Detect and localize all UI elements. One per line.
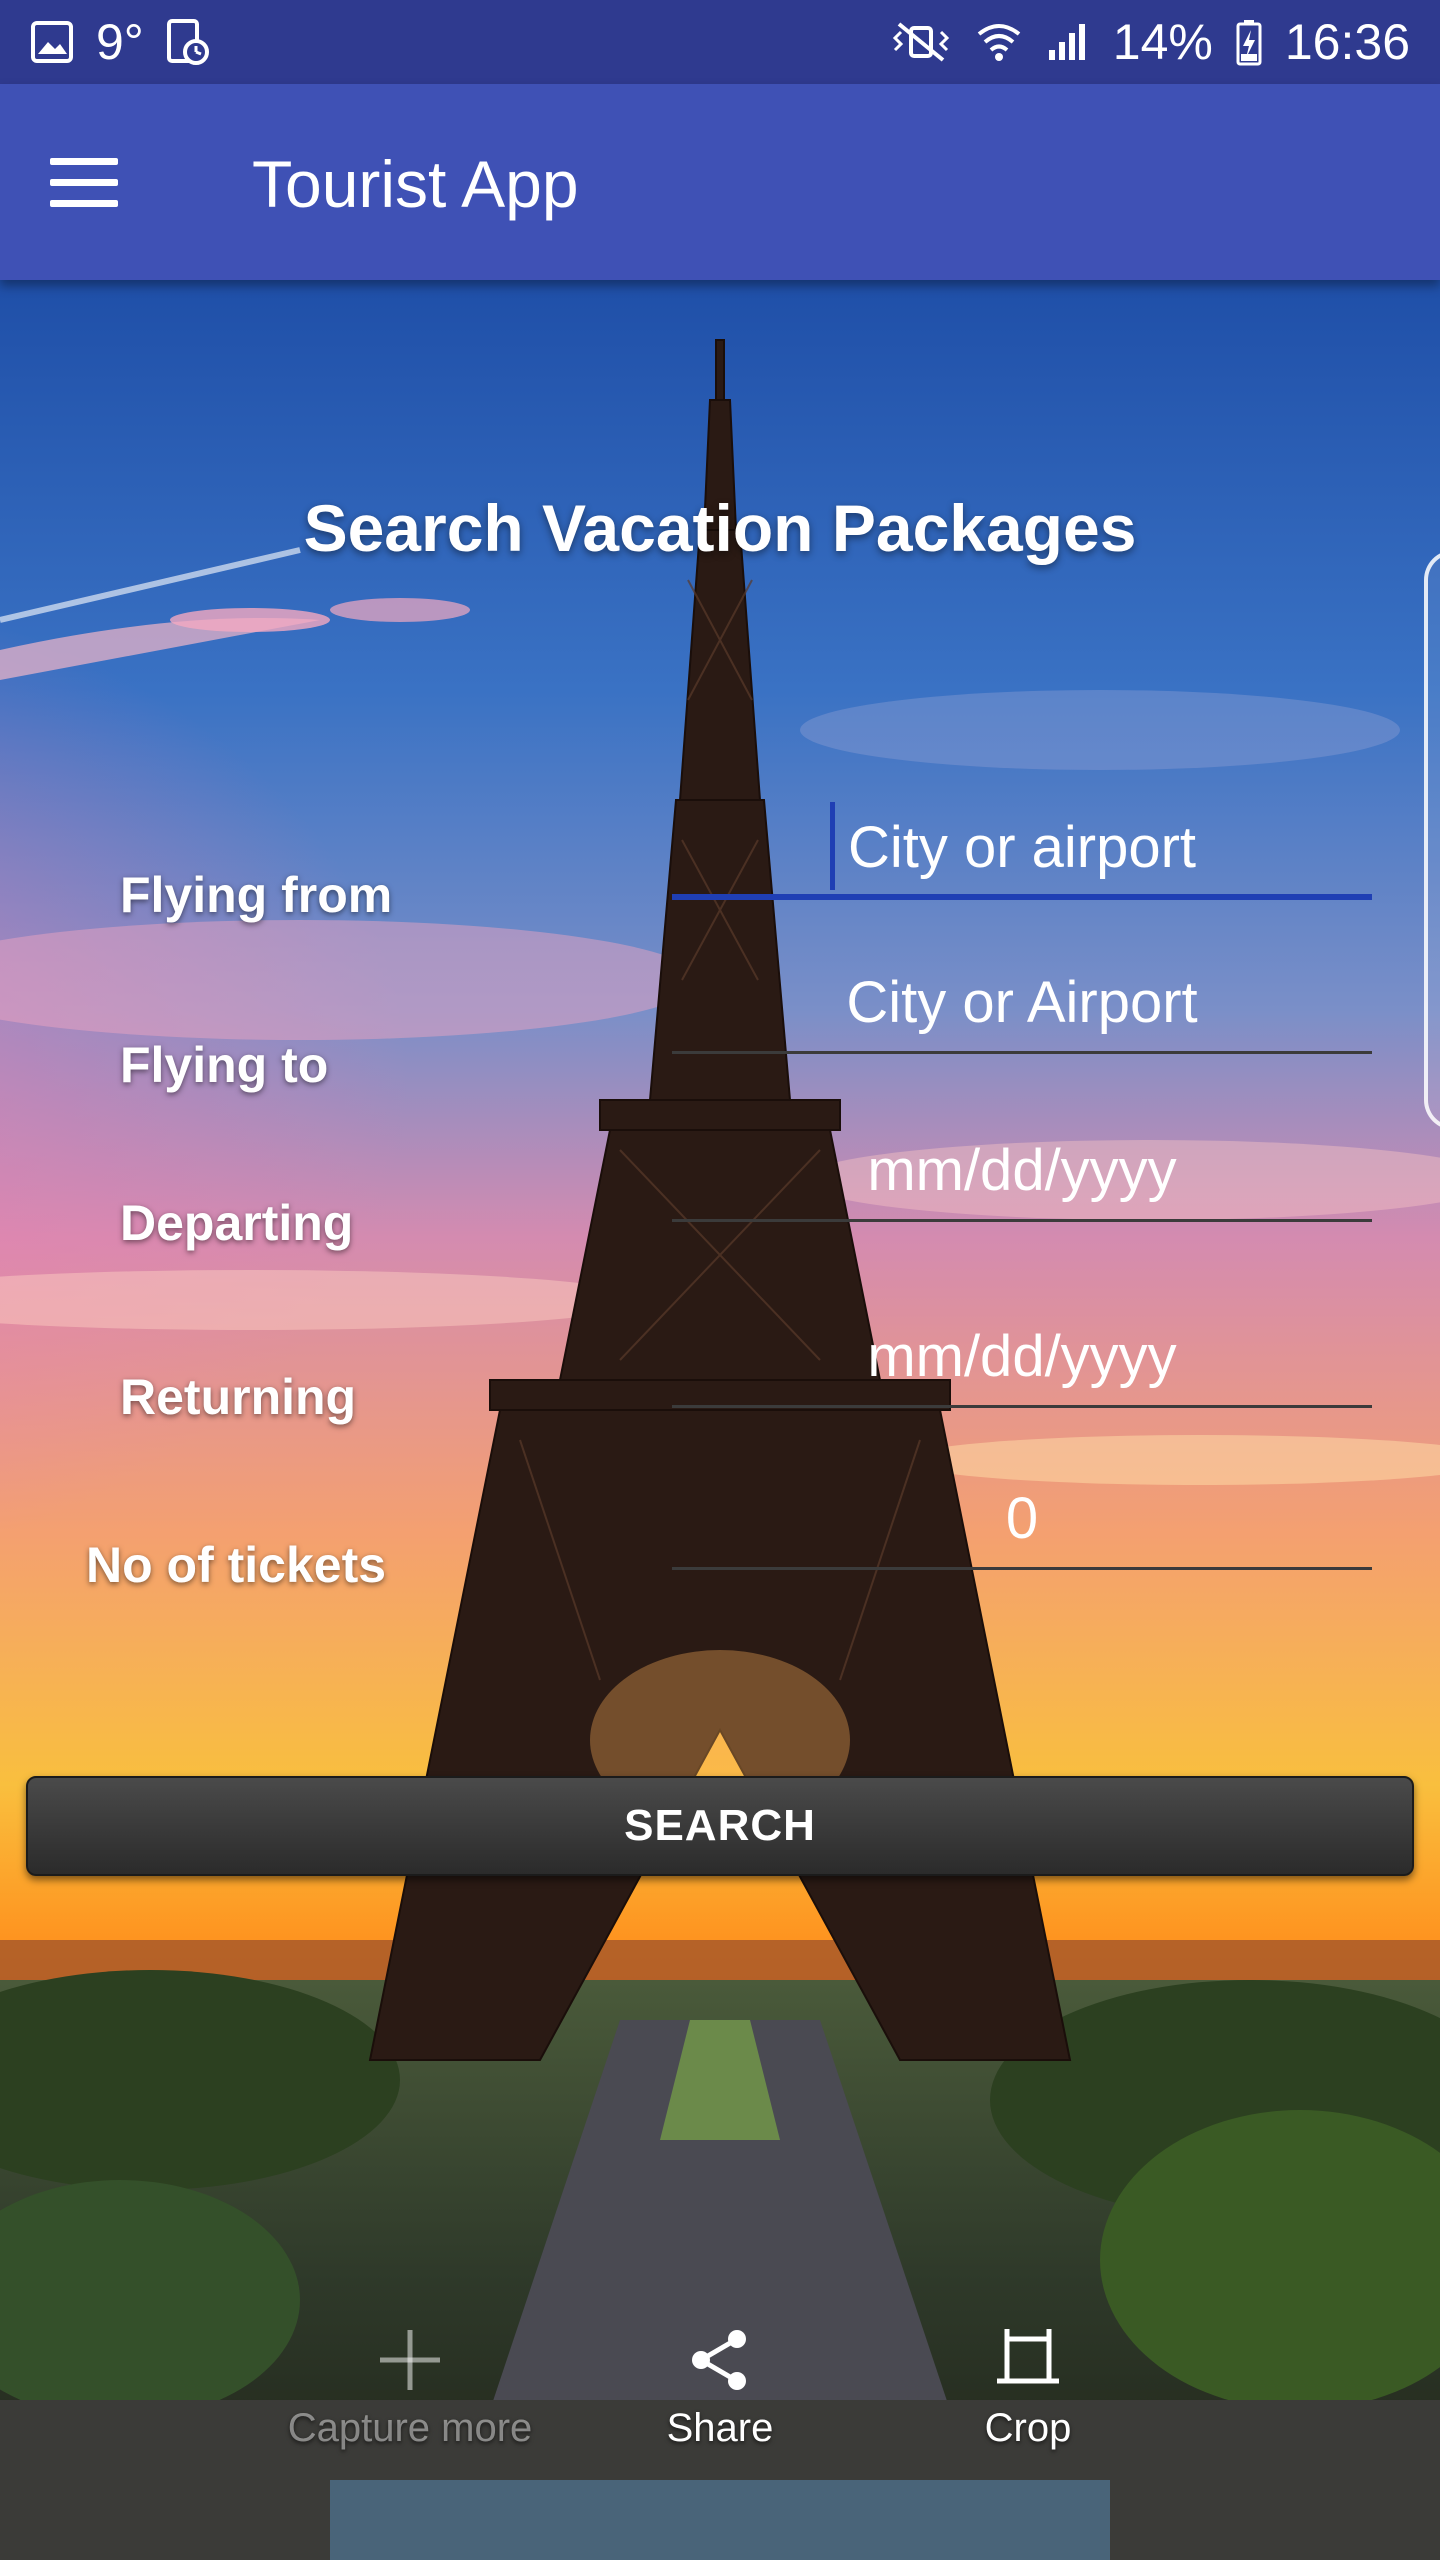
battery-charging-icon xyxy=(1236,20,1262,66)
signal-icon xyxy=(1048,24,1085,60)
capture-more-button[interactable]: Capture more xyxy=(250,2320,570,2451)
edge-panel-handle[interactable] xyxy=(1424,550,1440,1130)
screen-time-icon xyxy=(166,19,209,65)
search-button[interactable]: SEARCH xyxy=(26,1776,1414,1876)
clock: 16:36 xyxy=(1284,14,1410,70)
tickets-input[interactable] xyxy=(672,1460,1372,1570)
wifi-icon xyxy=(977,24,1021,61)
share-button[interactable]: Share xyxy=(560,2320,880,2451)
hamburger-menu-icon[interactable] xyxy=(50,158,118,208)
crop-icon xyxy=(997,2329,1059,2384)
status-left: 9° xyxy=(30,13,210,71)
status-right: 14% 16:36 xyxy=(889,13,1410,71)
crop-button[interactable]: Crop xyxy=(868,2320,1188,2451)
returning-label: Returning xyxy=(120,1369,357,1425)
flying-from-input[interactable] xyxy=(672,790,1372,900)
flying-to-label: Flying to xyxy=(120,1037,329,1093)
returning-date-input[interactable] xyxy=(672,1298,1372,1408)
share-icon xyxy=(692,2330,746,2390)
app-title: Tourist App xyxy=(252,147,579,221)
app-bar: Tourist App xyxy=(0,84,1440,280)
capture-toolbar: Capture more Share Crop xyxy=(0,2320,1440,2480)
plus-icon xyxy=(380,2330,440,2390)
capture-more-label: Capture more xyxy=(287,2406,533,2450)
departing-label: Departing xyxy=(120,1195,354,1251)
page-title: Search Vacation Packages xyxy=(303,491,1137,565)
flying-to-input[interactable] xyxy=(672,944,1372,1054)
battery-percent: 14% xyxy=(1112,14,1213,70)
departing-date-input[interactable] xyxy=(672,1112,1372,1222)
gallery-icon xyxy=(31,21,73,63)
crop-label: Crop xyxy=(984,2406,1072,2450)
temperature: 9° xyxy=(96,14,144,70)
share-label: Share xyxy=(666,2406,774,2450)
text-cursor xyxy=(830,802,835,890)
vibrate-mute-icon xyxy=(892,22,949,62)
tickets-label: No of tickets xyxy=(86,1537,387,1593)
flying-from-label: Flying from xyxy=(120,867,393,923)
status-bar: 9° 14% 16:36 xyxy=(0,0,1440,84)
